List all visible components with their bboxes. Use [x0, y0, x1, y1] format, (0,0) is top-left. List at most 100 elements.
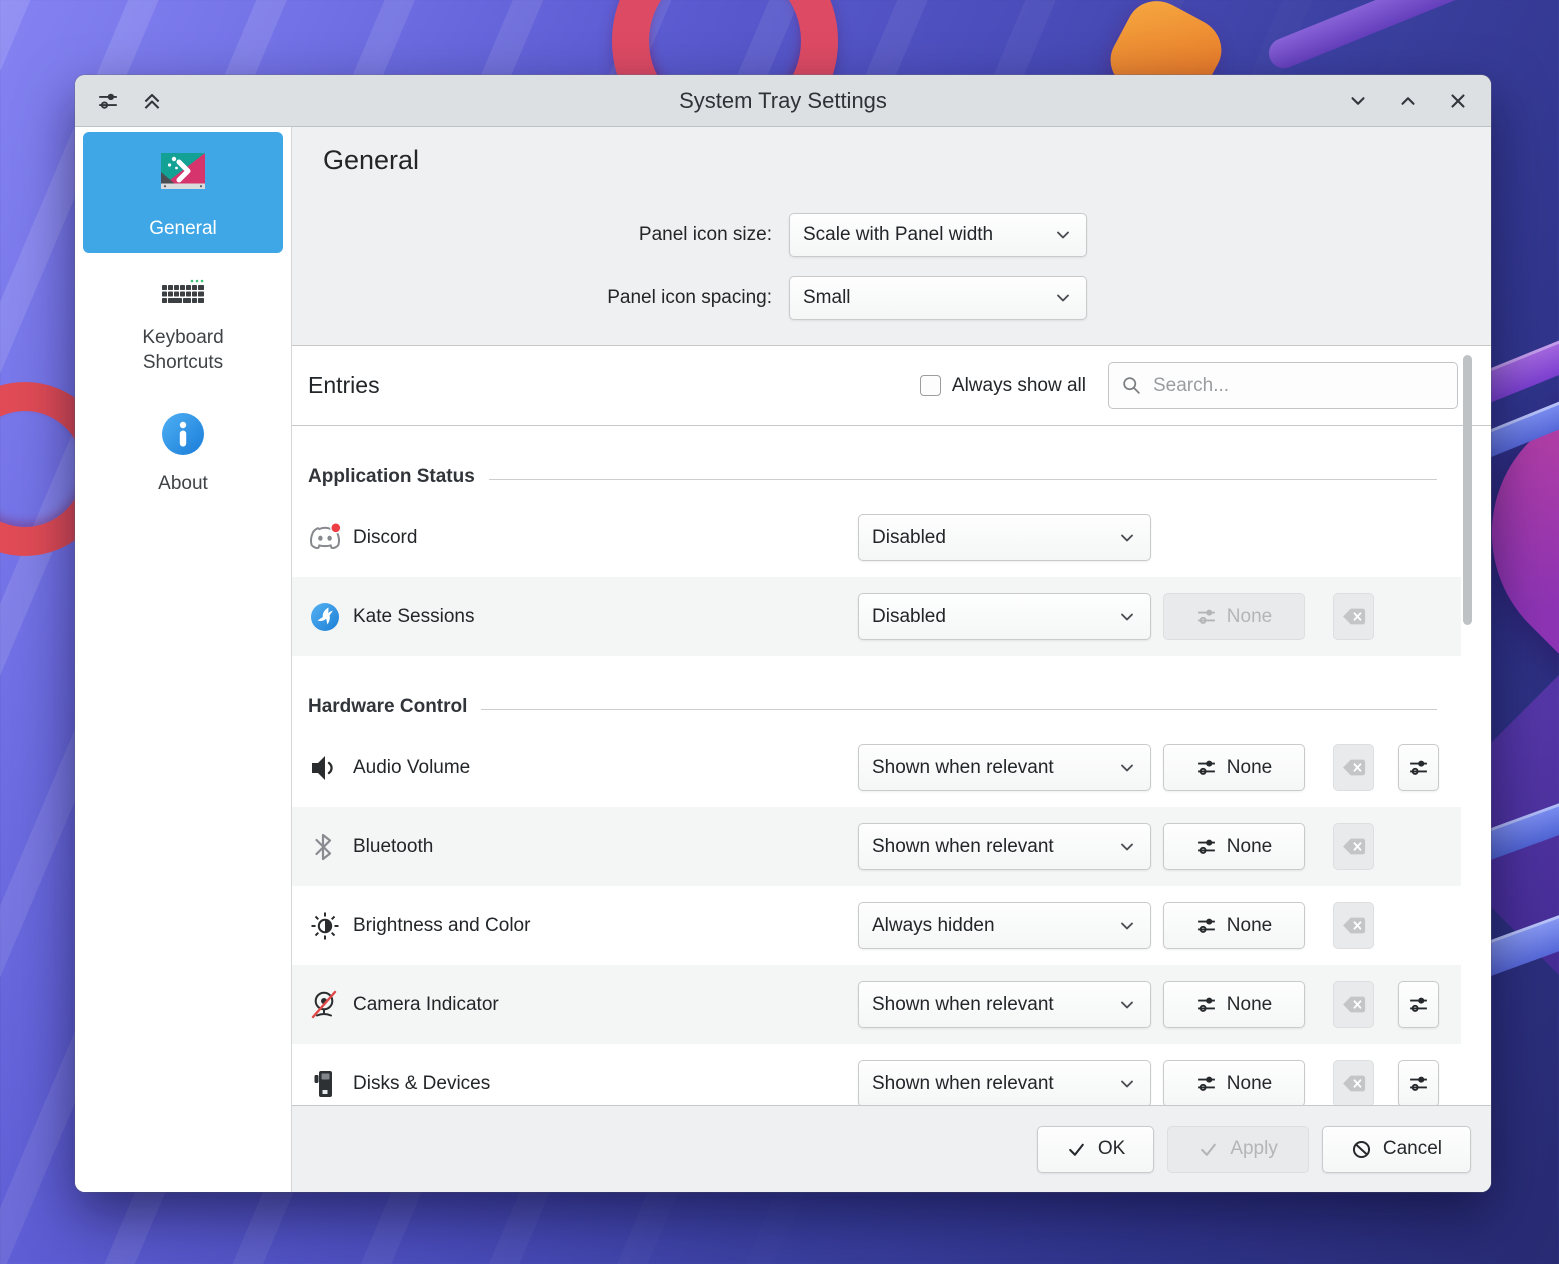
sliders-icon	[1408, 994, 1429, 1015]
close-button[interactable]	[1447, 90, 1469, 112]
entry-row-discord: Discord Disabled	[292, 498, 1461, 577]
entries-panel: Entries Always show all Application Stat…	[292, 346, 1491, 1105]
sliders-icon	[1196, 606, 1217, 627]
backspace-icon	[1342, 607, 1366, 626]
visibility-select[interactable]: Disabled	[858, 593, 1151, 640]
panel-icon-size-select[interactable]: Scale with Panel width	[789, 213, 1087, 257]
search-icon	[1121, 375, 1142, 396]
discord-icon	[308, 521, 342, 555]
dialog-footer: OK Apply Cancel	[292, 1105, 1491, 1192]
sidebar: General Keyboard Shortcuts About	[75, 127, 292, 1192]
brightness-icon	[308, 909, 342, 943]
always-show-all-label: Always show all	[952, 375, 1086, 397]
system-tray-settings-window: System Tray Settings General Keyboard Sh…	[75, 75, 1491, 1192]
maximize-button[interactable]	[1397, 90, 1419, 112]
check-icon	[1066, 1139, 1087, 1160]
sliders-icon	[1196, 836, 1217, 857]
visibility-select[interactable]: Shown when relevant	[858, 981, 1151, 1028]
chevron-down-icon	[1053, 288, 1073, 308]
shortcut-button[interactable]: None	[1163, 744, 1305, 791]
always-show-all-checkbox[interactable]	[920, 375, 941, 396]
cancel-icon	[1351, 1139, 1372, 1160]
vertical-scrollbar[interactable]	[1463, 355, 1472, 625]
system-tray-icon	[155, 145, 211, 209]
entry-row-bluetooth: Bluetooth Shown when relevant None	[292, 807, 1461, 886]
collapse-all-icon[interactable]	[141, 90, 163, 112]
chevron-down-icon	[1117, 916, 1137, 936]
sidebar-item-label: About	[158, 472, 208, 497]
sliders-icon	[1408, 1073, 1429, 1094]
entry-row-kate-sessions: Kate Sessions Disabled None	[292, 577, 1461, 656]
sliders-icon	[1196, 994, 1217, 1015]
audio-volume-icon	[308, 751, 342, 785]
chevron-down-icon	[1117, 607, 1137, 627]
entry-row-brightness: Brightness and Color Always hidden None	[292, 886, 1461, 965]
visibility-select[interactable]: Shown when relevant	[858, 823, 1151, 870]
chevron-down-icon	[1117, 758, 1137, 778]
disks-devices-icon	[308, 1067, 342, 1101]
entries-heading: Entries	[308, 372, 380, 399]
clear-shortcut-button[interactable]	[1333, 1060, 1374, 1105]
shortcut-button[interactable]: None	[1163, 823, 1305, 870]
check-icon	[1198, 1139, 1219, 1160]
sliders-icon	[1196, 915, 1217, 936]
clear-shortcut-button[interactable]	[1333, 593, 1374, 640]
clear-shortcut-button[interactable]	[1333, 981, 1374, 1028]
sidebar-item-label: Keyboard Shortcuts	[123, 326, 243, 375]
sliders-icon	[1196, 1073, 1217, 1094]
panel-icon-spacing-label: Panel icon spacing:	[292, 287, 789, 309]
shortcut-button[interactable]: None	[1163, 593, 1305, 640]
sidebar-item-about[interactable]: About	[83, 399, 283, 508]
sliders-icon	[1196, 757, 1217, 778]
cancel-button[interactable]: Cancel	[1322, 1126, 1471, 1173]
minimize-button[interactable]	[1347, 90, 1369, 112]
chevron-down-icon	[1117, 995, 1137, 1015]
entry-row-camera-indicator: Camera Indicator Shown when relevant Non…	[292, 965, 1461, 1044]
panel-icon-spacing-select[interactable]: Small	[789, 276, 1087, 320]
ok-button[interactable]: OK	[1037, 1126, 1154, 1173]
general-settings-panel: General Panel icon size: Scale with Pane…	[292, 127, 1491, 346]
clear-shortcut-button[interactable]	[1333, 902, 1374, 949]
backspace-icon	[1342, 758, 1366, 777]
sidebar-item-general[interactable]: General	[83, 132, 283, 253]
chevron-down-icon	[1117, 528, 1137, 548]
titlebar[interactable]: System Tray Settings	[75, 75, 1491, 127]
entry-row-audio-volume: Audio Volume Shown when relevant None	[292, 728, 1461, 807]
shortcut-button[interactable]: None	[1163, 1060, 1305, 1105]
sidebar-item-keyboard-shortcuts[interactable]: Keyboard Shortcuts	[83, 265, 283, 387]
bluetooth-icon	[308, 830, 342, 864]
window-title: System Tray Settings	[75, 88, 1491, 114]
sidebar-item-label: General	[149, 217, 217, 242]
visibility-select[interactable]: Shown when relevant	[858, 1060, 1151, 1105]
backspace-icon	[1342, 837, 1366, 856]
app-menu-sliders-icon[interactable]	[97, 90, 119, 112]
search-input[interactable]	[1151, 374, 1445, 398]
search-field[interactable]	[1108, 362, 1458, 409]
backspace-icon	[1342, 995, 1366, 1014]
page-title: General	[323, 145, 419, 176]
sliders-icon	[1408, 757, 1429, 778]
configure-button[interactable]	[1398, 981, 1439, 1028]
configure-button[interactable]	[1398, 1060, 1439, 1105]
chevron-down-icon	[1117, 1074, 1137, 1094]
clear-shortcut-button[interactable]	[1333, 744, 1374, 791]
backspace-icon	[1342, 916, 1366, 935]
apply-button[interactable]: Apply	[1167, 1126, 1309, 1173]
visibility-select[interactable]: Disabled	[858, 514, 1151, 561]
visibility-select[interactable]: Shown when relevant	[858, 744, 1151, 791]
entry-row-disks-devices: Disks & Devices Shown when relevant None	[292, 1044, 1461, 1105]
section-header-application-status: Application Status	[292, 426, 1461, 498]
chevron-down-icon	[1053, 225, 1073, 245]
shortcut-button[interactable]: None	[1163, 902, 1305, 949]
clear-shortcut-button[interactable]	[1333, 823, 1374, 870]
info-icon	[161, 412, 205, 464]
visibility-select[interactable]: Always hidden	[858, 902, 1151, 949]
backspace-icon	[1342, 1074, 1366, 1093]
configure-button[interactable]	[1398, 744, 1439, 791]
keyboard-icon	[160, 278, 206, 318]
shortcut-button[interactable]: None	[1163, 981, 1305, 1028]
chevron-down-icon	[1117, 837, 1137, 857]
camera-indicator-icon	[308, 988, 342, 1022]
kate-sessions-icon	[308, 600, 342, 634]
section-header-hardware-control: Hardware Control	[292, 656, 1461, 728]
